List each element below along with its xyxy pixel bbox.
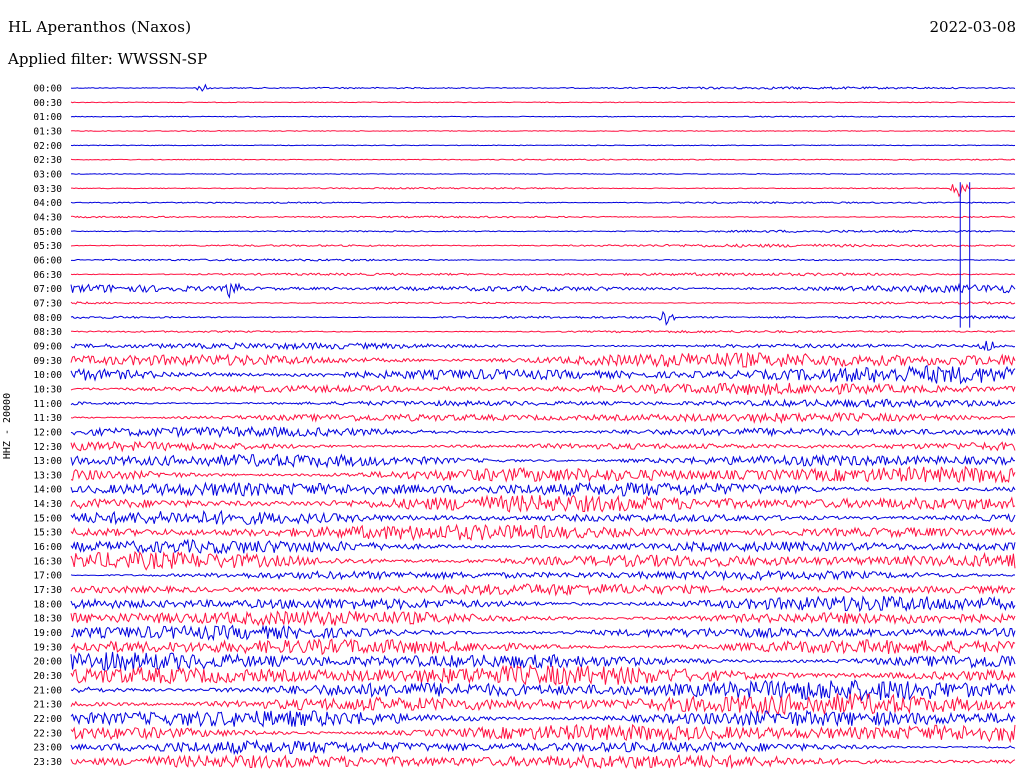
row-time-label: 21:30 (33, 700, 62, 711)
seismic-trace-row (70, 340, 1016, 351)
row-time-label: 21:00 (33, 685, 62, 696)
row-time-label: 01:00 (33, 112, 62, 123)
seismic-trace-row (70, 739, 1016, 756)
seismic-trace-row (70, 351, 1016, 368)
seismic-trace-row (70, 243, 1016, 248)
row-time-label: 23:00 (33, 743, 62, 754)
row-time-label: 15:00 (33, 513, 62, 524)
row-time-label: 14:00 (33, 485, 62, 496)
row-time-label: 02:00 (33, 141, 62, 152)
seismic-trace-row (71, 183, 1016, 198)
seismic-trace-row (70, 538, 1016, 555)
seismic-trace-row (70, 310, 1016, 326)
seismic-trace-row (70, 425, 1016, 439)
row-time-label: 20:30 (33, 671, 62, 682)
seismic-trace-row (70, 638, 1016, 656)
row-time-label: 00:00 (33, 84, 62, 95)
seismic-trace-row (70, 129, 1016, 132)
row-time-label: 16:00 (33, 542, 62, 553)
seismic-trace-row (70, 723, 1016, 744)
seismic-trace-row (70, 364, 1016, 385)
row-time-label: 15:30 (33, 528, 62, 539)
seismic-trace-row (71, 329, 1016, 334)
row-time-label: 19:30 (33, 642, 62, 653)
seismic-trace-row (70, 509, 1016, 526)
seismic-trace-row (70, 569, 1016, 582)
row-time-label: 22:30 (33, 728, 62, 739)
row-time-label: 18:30 (33, 614, 62, 625)
seismic-trace-row (70, 411, 1016, 425)
row-time-label: 00:30 (33, 98, 62, 109)
row-time-label: 14:30 (33, 499, 62, 510)
row-time-label: 19:00 (33, 628, 62, 639)
seismic-trace-row (70, 651, 1016, 672)
row-time-label: 16:30 (33, 556, 62, 567)
seismic-trace-row (70, 465, 1016, 484)
seismic-trace-row (70, 115, 1016, 118)
row-time-label: 04:30 (33, 212, 62, 223)
row-time-label: 18:00 (33, 599, 62, 610)
seismic-trace-row (70, 583, 1016, 597)
row-time-label: 10:00 (33, 370, 62, 381)
seismic-trace-row (71, 229, 1016, 233)
seismic-trace-row (70, 440, 1016, 453)
row-time-label: 08:30 (33, 327, 62, 338)
row-time-label: 03:30 (33, 184, 62, 195)
seismic-trace-row (70, 158, 1016, 161)
seismic-trace-row (70, 282, 1016, 299)
seismic-trace-row (70, 172, 1016, 175)
seismic-trace-row (70, 523, 1016, 542)
row-time-label: 04:00 (33, 198, 62, 209)
row-time-label: 13:00 (33, 456, 62, 467)
seismic-trace-row (70, 272, 1016, 277)
seismogram-plot: 00:00 00:30 01:00 01:30 02:00 02:30 03:00 03:30… (33, 83, 1016, 770)
row-time-label: 09:30 (33, 356, 62, 367)
seismic-trace-row (70, 609, 1016, 627)
seismic-trace-row (70, 692, 1016, 716)
row-time-label: 09:00 (33, 341, 62, 352)
row-time-label: 08:00 (33, 313, 62, 324)
row-time-label: 06:30 (33, 270, 62, 281)
seismic-trace-row (70, 201, 1016, 204)
seismic-trace-row (70, 101, 1015, 104)
seismic-trace-row (70, 481, 1016, 497)
seismic-trace-row (70, 595, 1016, 613)
row-time-label: 23:30 (33, 757, 62, 768)
seismic-trace-row (70, 550, 1016, 571)
row-time-label: 13:30 (33, 470, 62, 481)
row-time-label: 02:30 (33, 155, 62, 166)
helicorder-page: HL Aperanthos (Naxos) 2022-03-08 Applied… (0, 0, 1024, 780)
row-time-label: 17:30 (33, 585, 62, 596)
seismic-trace-row (71, 258, 1016, 262)
seismic-trace-row (70, 624, 1016, 642)
seismic-trace-row (70, 664, 1016, 686)
row-time-label: 11:30 (33, 413, 62, 424)
seismic-trace-row (70, 494, 1016, 513)
seismic-trace-row (70, 398, 1016, 409)
row-time-label: 05:30 (33, 241, 62, 252)
row-time-label: 07:30 (33, 298, 62, 309)
row-time-label: 22:00 (33, 714, 62, 725)
row-time-label: 07:00 (33, 284, 62, 295)
seismic-trace-row (70, 301, 1016, 305)
row-time-label: 11:00 (33, 399, 62, 410)
seismic-trace-row (70, 679, 1016, 701)
seismic-trace-row (70, 753, 1016, 770)
row-time-label: 20:00 (33, 657, 62, 668)
seismic-trace-row (70, 382, 1016, 397)
seismic-trace-row (70, 83, 1016, 92)
row-time-label: 06:00 (33, 255, 62, 266)
seismic-trace-row (70, 453, 1016, 469)
row-time-label: 12:30 (33, 442, 62, 453)
row-time-label: 17:00 (33, 571, 62, 582)
row-time-label: 05:00 (33, 227, 62, 238)
row-time-label: 12:00 (33, 427, 62, 438)
seismic-trace-row (70, 215, 1016, 219)
row-time-label: 10:30 (33, 384, 62, 395)
row-time-label: 03:00 (33, 169, 62, 180)
seismic-trace-row (70, 144, 1016, 147)
row-time-label: 01:30 (33, 126, 62, 137)
